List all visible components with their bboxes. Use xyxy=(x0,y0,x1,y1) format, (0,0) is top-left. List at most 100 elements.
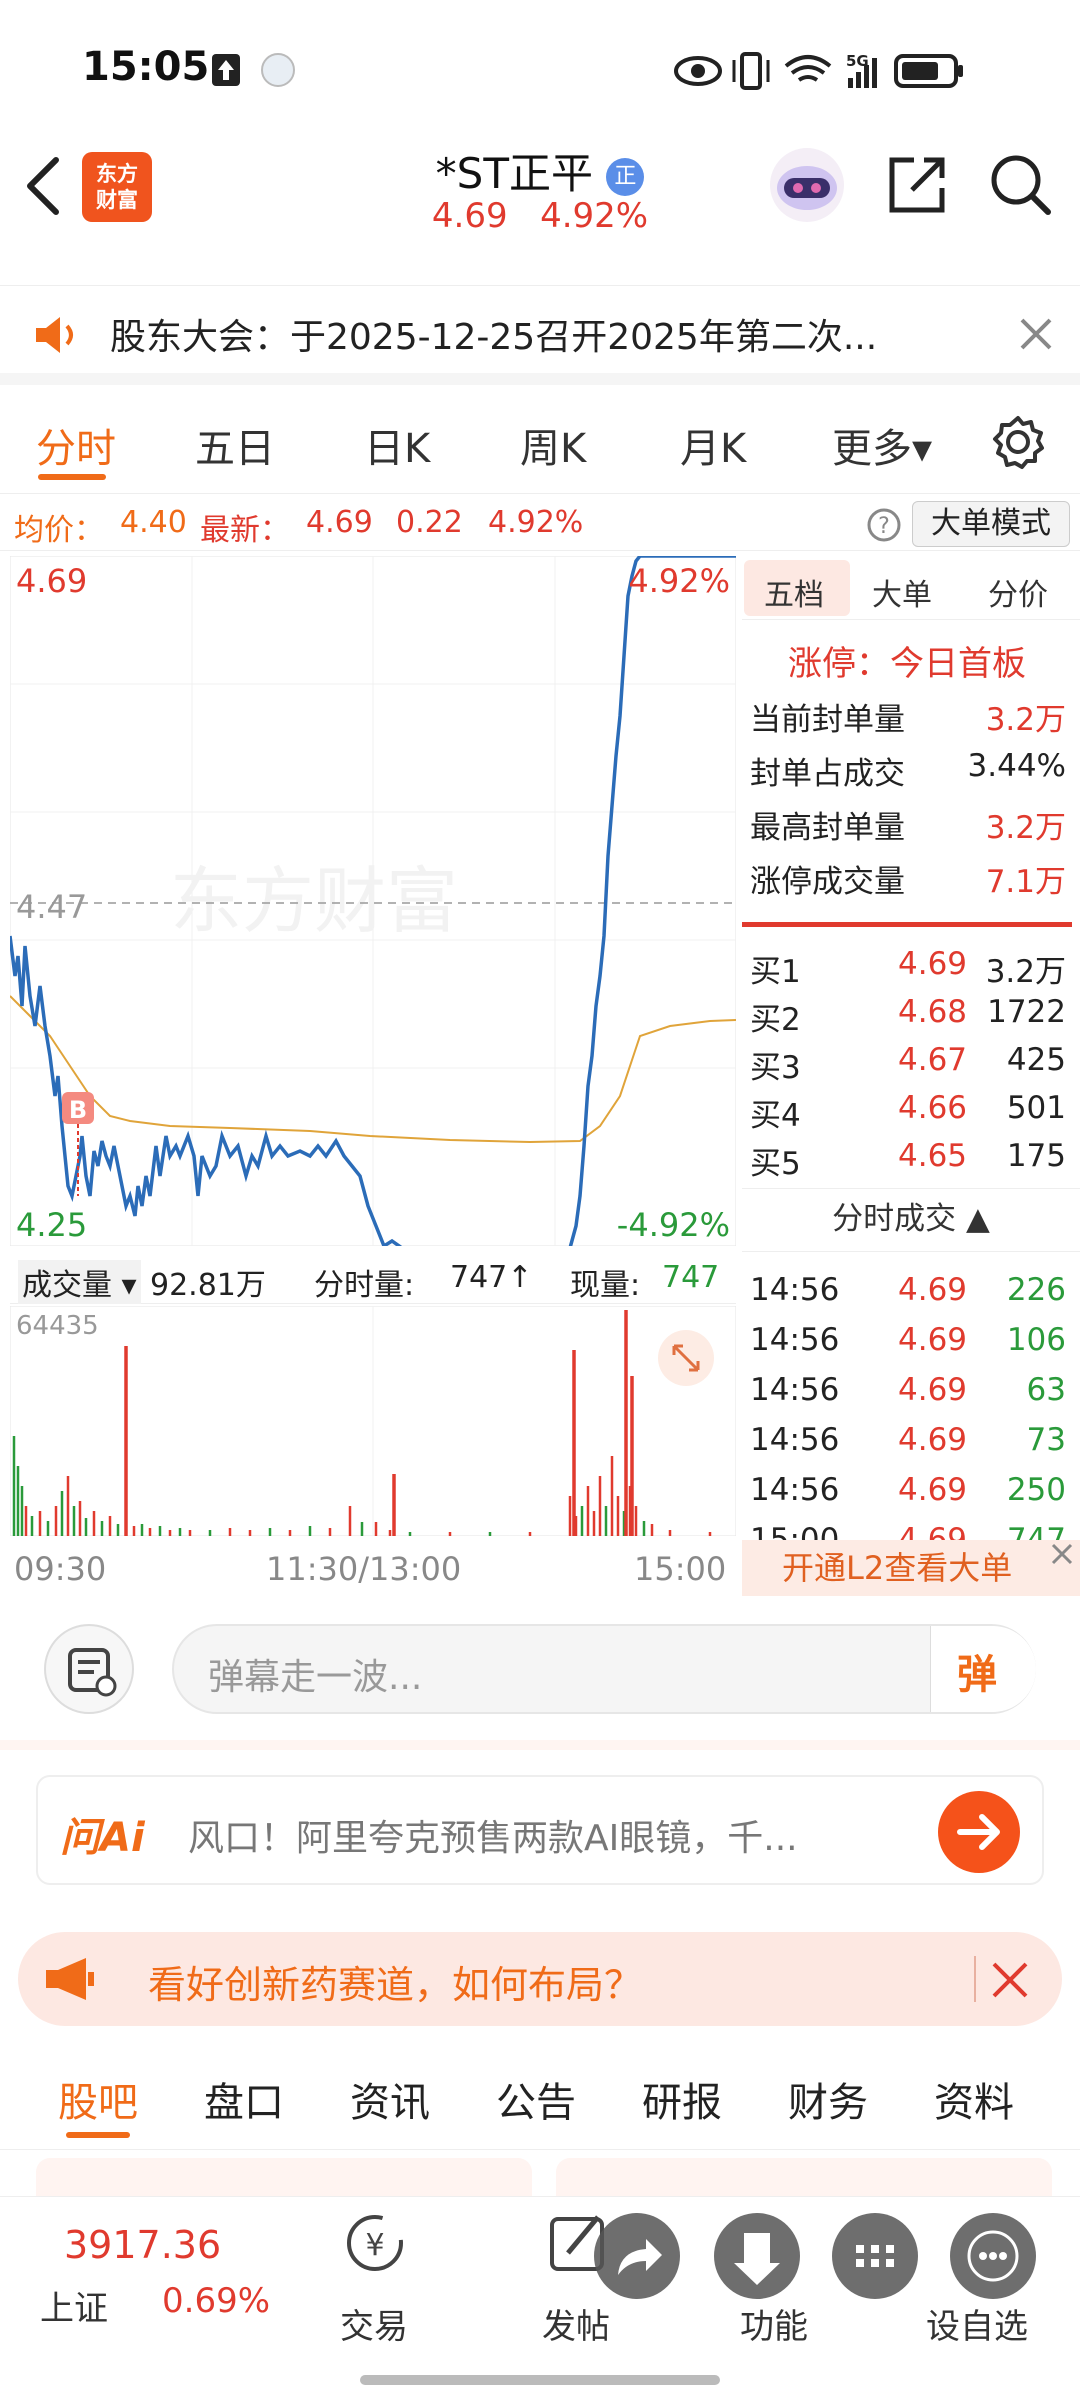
buy-volume: 1722 xyxy=(987,994,1066,1030)
stock-title: *ST正平 正 xyxy=(300,140,780,201)
tick-price: 4.69 xyxy=(898,1372,968,1408)
pct-axis-bottom: -4.92% xyxy=(617,1206,730,1244)
volume-label-text: 成交量 xyxy=(22,1268,112,1303)
promo-bar[interactable]: 看好创新药赛道，如何布局？ xyxy=(18,1932,1062,2026)
apps-float-button[interactable] xyxy=(832,2213,918,2299)
danmu-bar: 弹幕走一波... 弹 xyxy=(0,1600,1080,1740)
nav-trade[interactable]: ¥ 交易 xyxy=(330,2207,420,2367)
tab-handicap[interactable]: 盘口 xyxy=(204,2070,284,2128)
post-card-peek xyxy=(36,2158,532,2198)
badge-icon: 正 xyxy=(606,157,645,196)
tab-announcement[interactable]: 公告 xyxy=(496,2070,576,2128)
tick-volume: 250 xyxy=(1006,1472,1066,1508)
danmu-send-button[interactable]: 弹 xyxy=(930,1626,1036,1712)
status-notification-icons xyxy=(212,53,295,87)
intraday-price-chart[interactable]: 东方财富 B 4.69 4.47 4.25 4.92% -4.92% xyxy=(10,556,736,1246)
avg-label: 均价： xyxy=(14,513,104,548)
panel-tabs: 五档 大单 分价 xyxy=(742,556,1080,620)
panel-tab-big-order[interactable]: 大单 xyxy=(872,570,932,614)
current-volume-label: 现量: xyxy=(570,1268,641,1303)
logo-text-1: 东方 xyxy=(96,162,138,186)
close-icon[interactable] xyxy=(990,1960,1030,2000)
bottom-nav: 3917.36 上证 0.69% ¥ 交易 发帖 功能 设自选 xyxy=(0,2196,1080,2400)
tab-research[interactable]: 研报 xyxy=(642,2070,722,2128)
l2-banner[interactable]: 开通L2查看大单 xyxy=(742,1540,1080,1596)
close-icon[interactable] xyxy=(1018,316,1054,352)
buy-volume: 3.2万 xyxy=(985,954,1066,990)
nav-trade-label: 交易 xyxy=(340,2307,408,2347)
pct-axis-top: 4.92% xyxy=(628,562,730,600)
change-value: 0.22 xyxy=(396,505,463,540)
tab-intraday[interactable]: 分时 xyxy=(36,416,116,474)
chart-period-tabs: 分时 五日 日K 周K 月K 更多▾ xyxy=(0,390,1080,494)
divider xyxy=(742,922,1072,927)
tab-forum[interactable]: 股吧 xyxy=(58,2070,138,2128)
tab-profile[interactable]: 资料 xyxy=(934,2070,1014,2128)
volume-chart[interactable]: 64435 xyxy=(10,1306,736,1536)
ticks-title[interactable]: 分时成交 ▲ xyxy=(742,1188,1080,1252)
danmu-settings-button[interactable] xyxy=(44,1624,134,1714)
tab-news[interactable]: 资讯 xyxy=(350,2070,430,2128)
ai-news-text: 风口！阿里夸克预售两款AI眼镜，千... xyxy=(188,1818,798,1859)
app-logo: 东方 财富 xyxy=(82,152,152,222)
buy-price: 4.68 xyxy=(898,994,968,1030)
ai-brand: 问Ai xyxy=(60,1815,145,1861)
buy-marker-label: B xyxy=(69,1096,87,1124)
share-float-button[interactable] xyxy=(594,2213,680,2299)
stat-value: 7.1万 xyxy=(985,864,1066,900)
volume-label[interactable]: 成交量 ▾ xyxy=(18,1260,141,1304)
gear-icon[interactable] xyxy=(990,414,1046,470)
time-axis: 09:30 11:30/13:00 15:00 xyxy=(10,1544,736,1592)
index-ticker[interactable]: 3917.36 上证 0.69% xyxy=(0,2197,290,2367)
tick-time: 14:56 xyxy=(750,1422,840,1458)
stat-label: 当前封单量 xyxy=(750,702,905,738)
stat-label: 涨停成交量 xyxy=(750,864,905,900)
svg-text:?: ? xyxy=(878,514,890,539)
tab-week-k[interactable]: 周K xyxy=(520,416,586,474)
danmu-send-label: 弹 xyxy=(957,1652,997,1698)
ai-news-bar[interactable]: 问Ai 风口！阿里夸克预售两款AI眼镜，千... xyxy=(36,1775,1044,1885)
stock-quote: 4.69 4.92% xyxy=(300,196,780,236)
panel-tab-price-dist[interactable]: 分价 xyxy=(988,570,1048,614)
tick-price: 4.69 xyxy=(898,1272,968,1308)
big-order-mode-button[interactable]: 大单模式 xyxy=(912,501,1070,547)
robot-avatar-icon[interactable] xyxy=(768,146,846,224)
danmu-input[interactable]: 弹幕走一波... 弹 xyxy=(172,1624,1036,1714)
help-icon[interactable]: ? xyxy=(866,507,902,543)
volume-max: 64435 xyxy=(16,1311,99,1341)
stock-name: *ST正平 xyxy=(435,149,593,198)
index-value: 3917.36 xyxy=(64,2223,222,2267)
buy-price: 4.65 xyxy=(898,1138,968,1174)
chart-watermark: 东方财富 xyxy=(170,859,458,943)
nav-func-label[interactable]: 功能 xyxy=(740,2299,808,2348)
tab-more[interactable]: 更多▾ xyxy=(832,416,932,474)
buy-volume: 425 xyxy=(1006,1042,1066,1078)
promo-text: 看好创新药赛道，如何布局？ xyxy=(148,1963,643,2007)
share-icon[interactable] xyxy=(884,152,950,218)
notice-bar[interactable]: 股东大会：于2025-12-25召开2025年第二次... xyxy=(0,285,1080,385)
tick-time: 14:56 xyxy=(750,1372,840,1408)
tab-five-day[interactable]: 五日 xyxy=(195,416,275,474)
tab-finance[interactable]: 财务 xyxy=(788,2070,868,2128)
panel-tab-five-level[interactable]: 五档 xyxy=(764,570,824,614)
tab-month-k[interactable]: 月K xyxy=(680,416,746,474)
tick-time: 14:56 xyxy=(750,1322,840,1358)
more-float-button[interactable] xyxy=(950,2213,1036,2299)
post-card-peek xyxy=(556,2158,1052,2198)
notice-text: 股东大会：于2025-12-25召开2025年第二次... xyxy=(110,317,878,358)
back-icon[interactable] xyxy=(22,156,64,216)
tick-volume: 63 xyxy=(1026,1372,1066,1408)
order-book-panel: 五档 大单 分价 涨停：今日首板 当前封单量 3.2万 封单占成交 3.44% 最高… xyxy=(742,556,1080,1596)
latest-value: 4.69 xyxy=(306,505,373,540)
close-icon[interactable] xyxy=(1048,1540,1076,1568)
download-float-button[interactable] xyxy=(714,2213,800,2299)
arrow-right-icon[interactable] xyxy=(936,1789,1022,1875)
current-volume-value: 747 xyxy=(662,1260,720,1295)
nav-post-label: 发帖 xyxy=(542,2307,610,2347)
nav-watch-label[interactable]: 设自选 xyxy=(926,2299,1028,2348)
buy-price: 4.66 xyxy=(898,1090,968,1126)
tab-day-k[interactable]: 日K xyxy=(364,416,430,474)
buy-label: 买3 xyxy=(750,1050,801,1086)
search-icon[interactable] xyxy=(988,152,1054,218)
home-indicator[interactable] xyxy=(360,2375,720,2385)
